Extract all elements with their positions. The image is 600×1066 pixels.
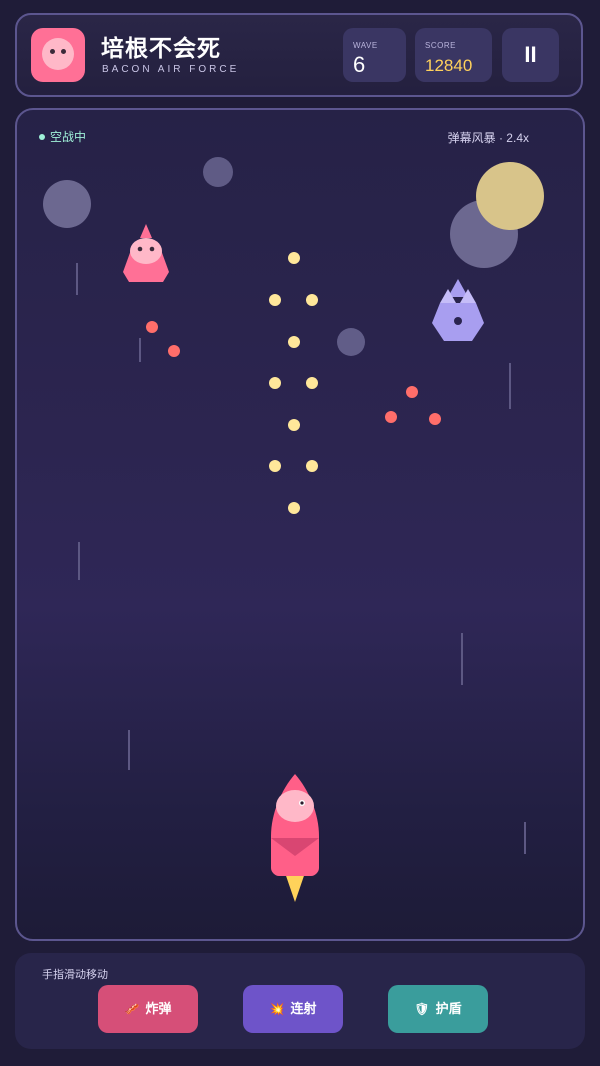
battle-status-label: 空战中 [50, 130, 87, 144]
wave-value: 6 [353, 52, 366, 77]
control-panel: 手指滑动移动 🥓 炸弹 💥 连射 🛡 护盾 [15, 953, 585, 1049]
speed-streak [461, 633, 463, 685]
player-bullet [288, 336, 300, 348]
background-bubble [476, 162, 544, 230]
player-bullet [306, 294, 318, 306]
enemy-bullet [168, 345, 180, 357]
bomb-label: 炸弹 [145, 1002, 172, 1017]
game-subtitle: BACON AIR FORCE [102, 64, 240, 75]
game-title: 培根不会死 [101, 36, 221, 62]
bomb-button[interactable]: 🥓 炸弹 [98, 985, 198, 1033]
game-header: 培根不会死 BACON AIR FORCE WAVE 6 SCORE 12840… [15, 13, 583, 97]
player-bullet [288, 419, 300, 431]
shield-button[interactable]: 🛡 护盾 [388, 985, 488, 1033]
status-dot-icon [39, 134, 45, 140]
wave-label: WAVE [353, 41, 378, 50]
score-label: SCORE [425, 41, 456, 50]
background-bubble [203, 157, 233, 187]
wave-counter: WAVE 6 [343, 28, 406, 82]
bacon-icon: 🥓 [124, 1002, 140, 1016]
player-bullet [306, 460, 318, 472]
enemy-bullet [406, 386, 418, 398]
speed-streak [524, 822, 526, 854]
background-bubble [43, 180, 91, 228]
game-arena[interactable]: 空战中 弹幕风暴 · 2.4x [15, 108, 585, 941]
speed-streak [509, 363, 511, 409]
speed-streak [78, 542, 80, 580]
pink-enemy [123, 224, 169, 282]
battle-status: 空战中 [39, 128, 86, 145]
shield-label: 护盾 [435, 1002, 462, 1017]
player-bullet [306, 377, 318, 389]
enemy-bullet [385, 411, 397, 423]
rapid-fire-label: 连射 [290, 1002, 317, 1017]
player-bacon-ship[interactable] [267, 772, 323, 906]
enemy-bullet [429, 413, 441, 425]
player-bullet [288, 502, 300, 514]
player-bullet [269, 377, 281, 389]
logo-eye [61, 49, 66, 54]
player-bullet [269, 460, 281, 472]
player-bullet [269, 294, 281, 306]
logo-face [42, 38, 74, 70]
speed-streak [128, 730, 130, 770]
pause-button[interactable]: II [502, 28, 559, 82]
background-bubble [337, 328, 365, 356]
enemy-bullet [146, 321, 158, 333]
shield-icon: 🛡 [414, 1002, 430, 1016]
bacon-logo-icon [31, 28, 85, 82]
rapid-fire-button[interactable]: 💥 连射 [243, 985, 343, 1033]
score-value: 12840 [425, 56, 473, 75]
player-bullet [288, 252, 300, 264]
purple-enemy [432, 279, 484, 341]
swipe-hint: 手指滑动移动 [42, 969, 108, 981]
danmaku-multiplier: 弹幕风暴 · 2.4x [447, 131, 529, 145]
speed-streak [139, 338, 141, 362]
score-counter: SCORE 12840 [415, 28, 492, 82]
speed-streak [76, 263, 78, 295]
logo-eye [50, 49, 55, 54]
explosion-icon: 💥 [269, 1002, 285, 1016]
